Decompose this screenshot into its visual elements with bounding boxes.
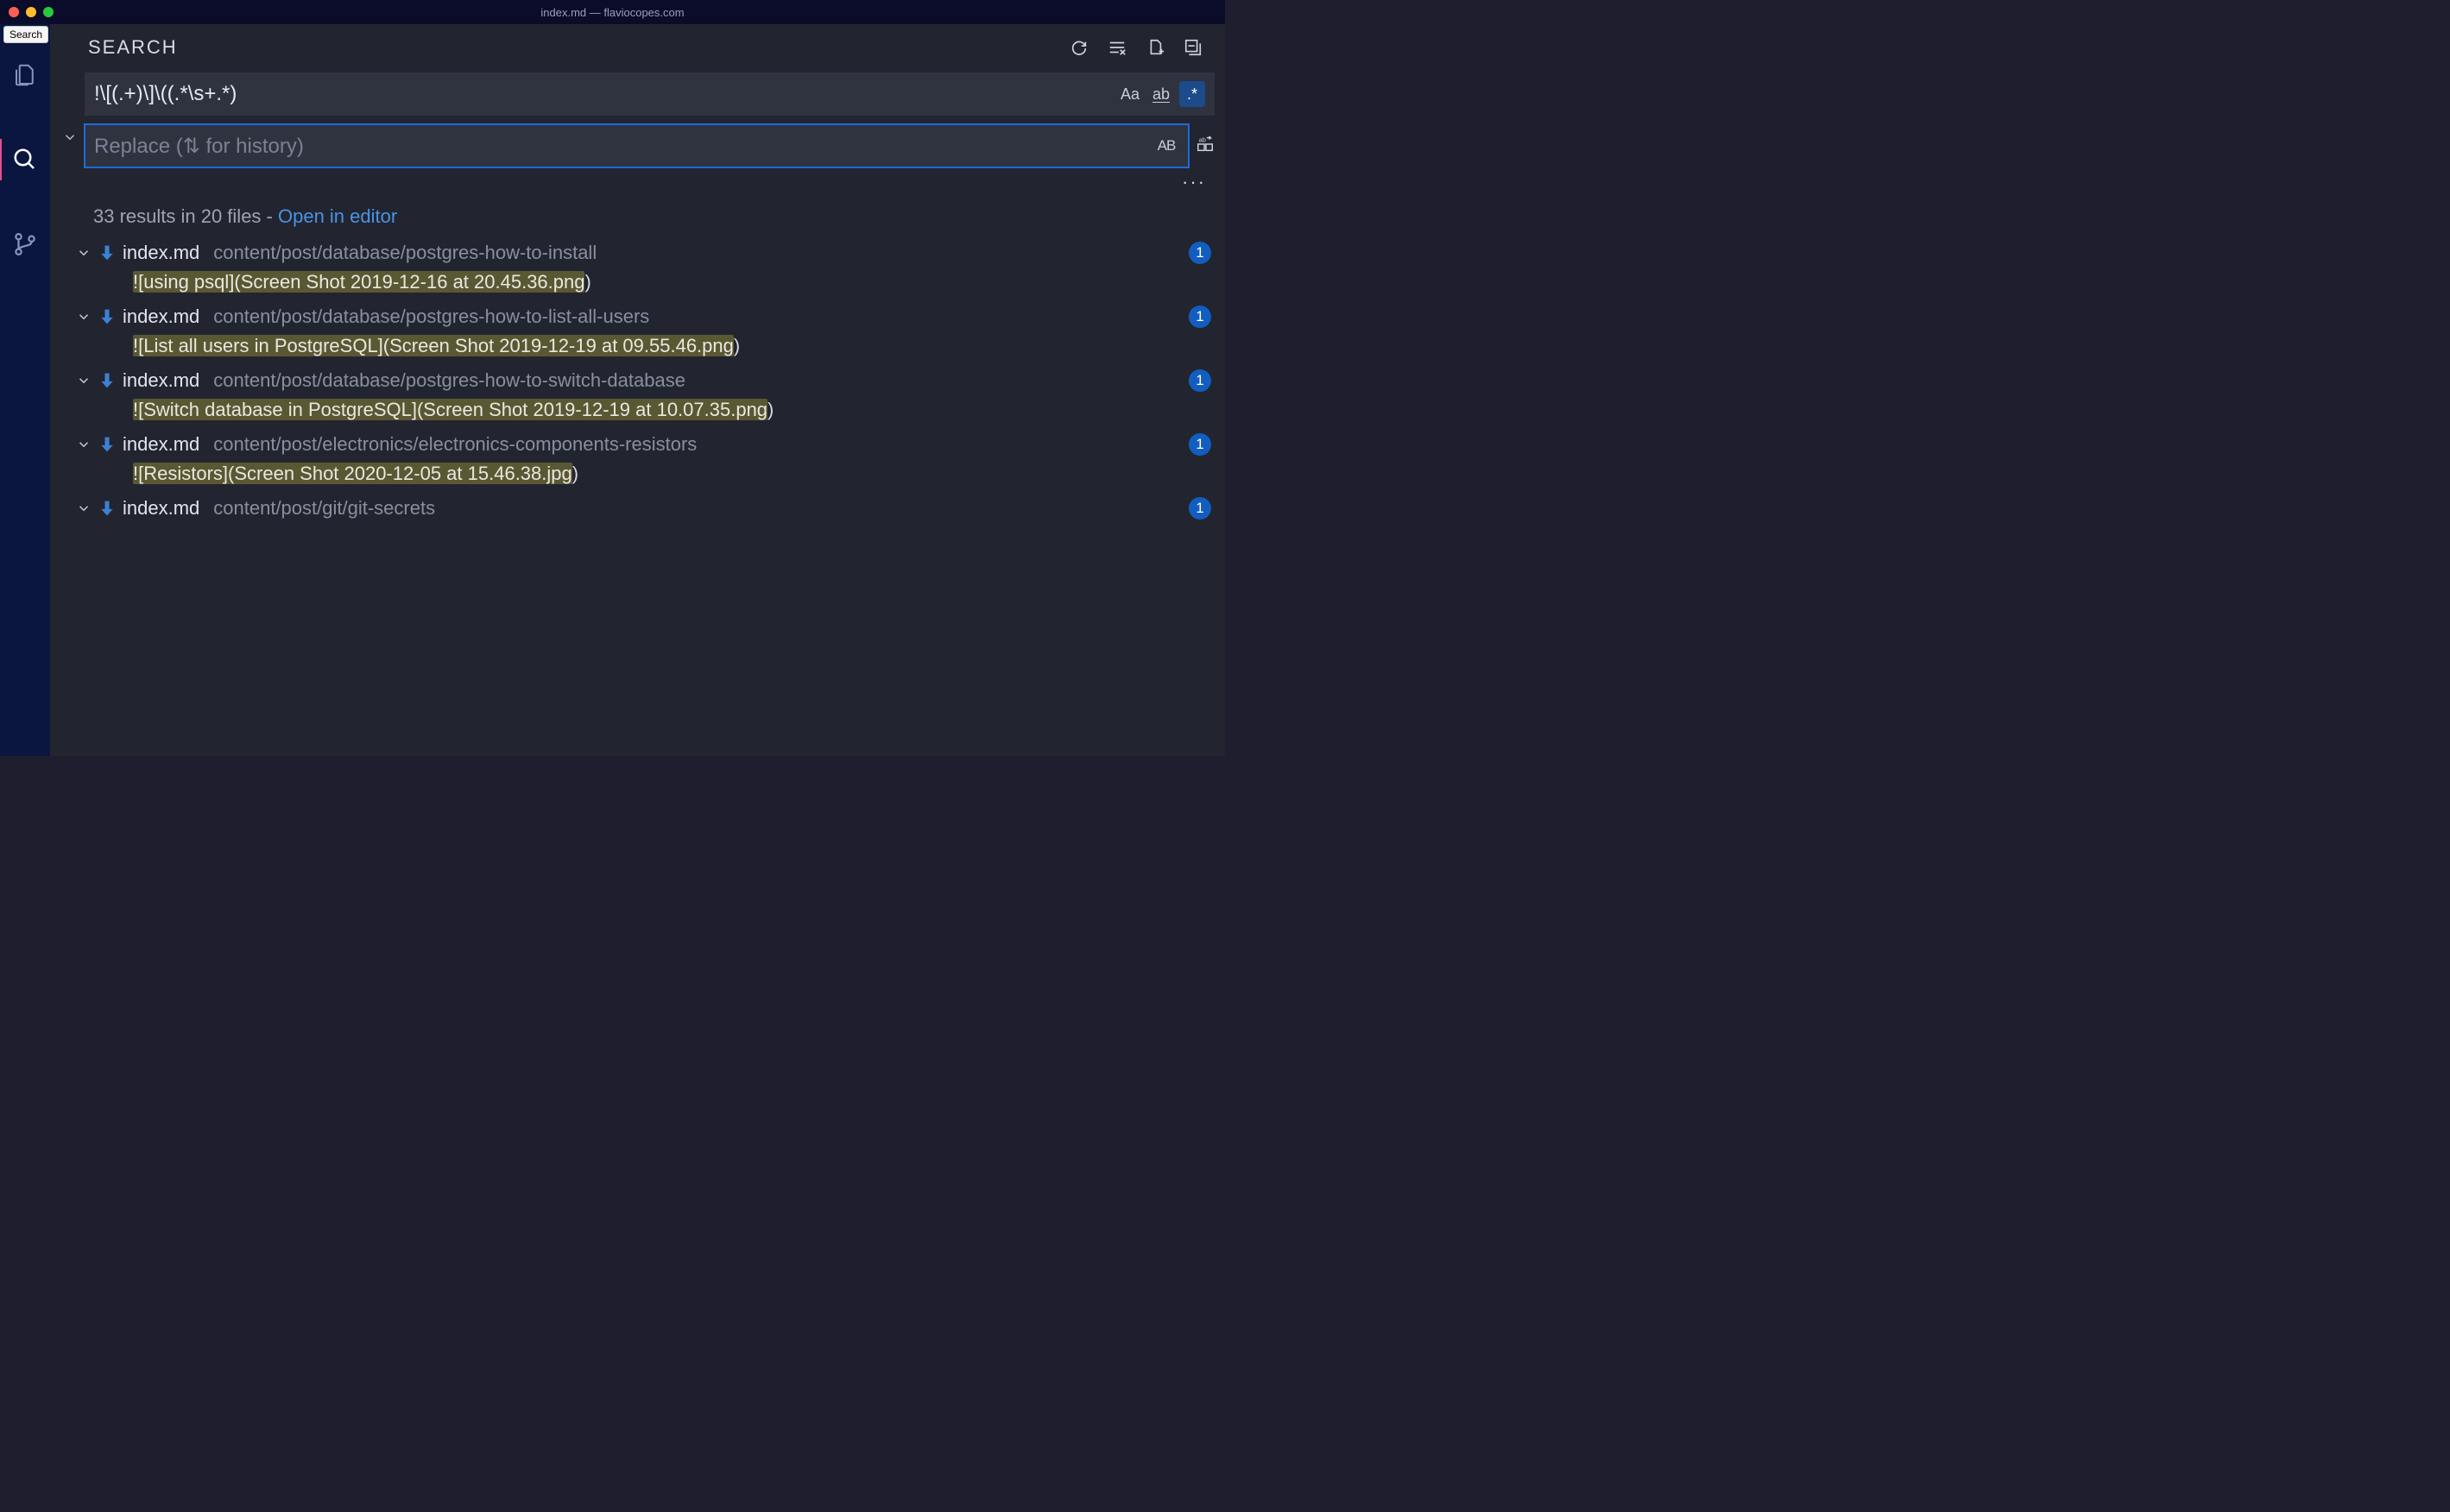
replace-options: AB bbox=[1153, 133, 1179, 159]
search-area: !\[(.+)\]\((.*\s+.*) Aa ab .* Replace (⇅… bbox=[50, 67, 1225, 167]
filename: index.md bbox=[123, 242, 199, 264]
file-header[interactable]: index.md content/post/database/postgres-… bbox=[76, 302, 1211, 331]
chevron-down-icon bbox=[76, 501, 92, 516]
filename: index.md bbox=[123, 306, 199, 328]
new-search-editor-button[interactable] bbox=[1146, 38, 1165, 57]
results-list: index.md content/post/database/postgres-… bbox=[50, 236, 1225, 756]
file-header[interactable]: index.md content/post/electronics/electr… bbox=[76, 430, 1211, 459]
search-panel: SEARCH bbox=[50, 24, 1225, 756]
match-rest: ) bbox=[734, 335, 740, 356]
filepath: content/post/git/git-secrets bbox=[213, 497, 1182, 520]
file-group: index.md content/post/database/postgres-… bbox=[50, 364, 1225, 428]
markdown-file-icon bbox=[98, 371, 116, 390]
chevron-down-icon bbox=[76, 437, 92, 452]
file-header[interactable]: index.md content/post/git/git-secrets 1 bbox=[76, 494, 1211, 523]
titlebar: index.md — flaviocopes.com bbox=[0, 0, 1225, 24]
search-value: !\[(.+)\]\((.*\s+.*) bbox=[94, 82, 237, 106]
filename: index.md bbox=[123, 497, 199, 520]
branch-icon bbox=[12, 231, 38, 257]
clear-results-button[interactable] bbox=[1108, 38, 1127, 57]
chevron-down-icon bbox=[62, 129, 78, 145]
filepath: content/post/database/postgres-how-to-li… bbox=[213, 306, 1182, 328]
replace-placeholder: Replace (⇅ for history) bbox=[94, 134, 304, 159]
inputs-column: !\[(.+)\]\((.*\s+.*) Aa ab .* Replace (⇅… bbox=[85, 72, 1215, 167]
preserve-case-button[interactable]: AB bbox=[1153, 133, 1179, 159]
match-rest: ) bbox=[584, 271, 590, 293]
activity-bar bbox=[0, 24, 50, 756]
chevron-down-icon bbox=[76, 373, 92, 388]
replace-all-button[interactable]: ab bbox=[1196, 135, 1215, 158]
match-line[interactable]: ![using psql](Screen Shot 2019-12-16 at … bbox=[76, 268, 1211, 299]
new-file-icon bbox=[1146, 38, 1165, 57]
minimize-window-button[interactable] bbox=[26, 7, 36, 17]
chevron-down-icon bbox=[76, 245, 92, 261]
explorer-tab[interactable] bbox=[0, 50, 50, 100]
toggle-replace-button[interactable] bbox=[60, 107, 79, 167]
traffic-lights bbox=[0, 7, 54, 17]
panel-title: SEARCH bbox=[88, 36, 178, 59]
markdown-file-icon bbox=[98, 499, 116, 518]
file-header[interactable]: index.md content/post/database/postgres-… bbox=[76, 366, 1211, 395]
file-header[interactable]: index.md content/post/database/postgres-… bbox=[76, 238, 1211, 268]
source-control-tab[interactable] bbox=[0, 219, 50, 269]
match-highlight: ![Switch database in PostgreSQL](Screen … bbox=[133, 399, 767, 420]
files-icon bbox=[12, 62, 38, 88]
filename: index.md bbox=[123, 433, 199, 456]
match-count-badge: 1 bbox=[1189, 242, 1211, 264]
svg-text:ab: ab bbox=[1199, 135, 1206, 143]
match-line[interactable]: ![List all users in PostgreSQL](Screen S… bbox=[76, 331, 1211, 362]
replace-all-icon: ab bbox=[1196, 135, 1215, 154]
open-in-editor-link[interactable]: Open in editor bbox=[278, 205, 397, 227]
use-regex-button[interactable]: .* bbox=[1179, 81, 1205, 107]
match-highlight: ![Resistors](Screen Shot 2020-12-05 at 1… bbox=[133, 463, 572, 484]
app-window: index.md — flaviocopes.com Search bbox=[0, 0, 1225, 756]
markdown-file-icon bbox=[98, 435, 116, 454]
panel-actions bbox=[1070, 38, 1208, 57]
match-rest: ) bbox=[572, 463, 578, 484]
chevron-down-icon bbox=[76, 309, 92, 324]
results-count-text: 33 results in 20 files - bbox=[93, 205, 278, 227]
match-count-badge: 1 bbox=[1189, 433, 1211, 456]
close-window-button[interactable] bbox=[9, 7, 19, 17]
maximize-window-button[interactable] bbox=[43, 7, 54, 17]
refresh-icon bbox=[1070, 38, 1089, 57]
match-highlight: ![List all users in PostgreSQL](Screen S… bbox=[133, 335, 734, 356]
match-line[interactable]: ![Switch database in PostgreSQL](Screen … bbox=[76, 395, 1211, 426]
search-row: !\[(.+)\]\((.*\s+.*) Aa ab .* bbox=[85, 72, 1215, 116]
panel-header: SEARCH bbox=[50, 24, 1225, 67]
match-count-badge: 1 bbox=[1189, 369, 1211, 392]
match-rest: ) bbox=[767, 399, 774, 420]
collapse-all-button[interactable] bbox=[1184, 38, 1203, 57]
filename: index.md bbox=[123, 369, 199, 392]
match-line[interactable]: ![Resistors](Screen Shot 2020-12-05 at 1… bbox=[76, 459, 1211, 490]
window-title: index.md — flaviocopes.com bbox=[540, 6, 684, 19]
collapse-icon bbox=[1184, 38, 1203, 57]
search-icon bbox=[12, 147, 38, 173]
filepath: content/post/electronics/electronics-com… bbox=[213, 433, 1182, 456]
markdown-file-icon bbox=[98, 307, 116, 326]
file-group: index.md content/post/database/postgres-… bbox=[50, 300, 1225, 364]
results-summary: 33 results in 20 files - Open in editor bbox=[50, 193, 1225, 236]
search-tab[interactable] bbox=[0, 135, 50, 185]
file-group: index.md content/post/database/postgres-… bbox=[50, 236, 1225, 300]
markdown-file-icon bbox=[98, 243, 116, 262]
match-count-badge: 1 bbox=[1189, 497, 1211, 520]
file-group: index.md content/post/electronics/electr… bbox=[50, 428, 1225, 492]
file-group: index.md content/post/git/git-secrets 1 bbox=[50, 492, 1225, 525]
filepath: content/post/database/postgres-how-to-in… bbox=[213, 242, 1182, 264]
more-options-button[interactable]: ··· bbox=[1182, 167, 1206, 193]
match-whole-word-button[interactable]: ab bbox=[1148, 81, 1174, 107]
search-tooltip: Search bbox=[3, 26, 48, 43]
replace-input[interactable]: Replace (⇅ for history) AB bbox=[85, 124, 1189, 167]
body-row: SEARCH bbox=[0, 24, 1225, 756]
match-count-badge: 1 bbox=[1189, 306, 1211, 328]
match-case-button[interactable]: Aa bbox=[1117, 81, 1143, 107]
replace-row: Replace (⇅ for history) AB ab bbox=[85, 124, 1215, 167]
match-highlight: ![using psql](Screen Shot 2019-12-16 at … bbox=[133, 271, 584, 293]
search-input[interactable]: !\[(.+)\]\((.*\s+.*) Aa ab .* bbox=[85, 72, 1215, 116]
clear-icon bbox=[1108, 38, 1127, 57]
refresh-button[interactable] bbox=[1070, 38, 1089, 57]
filepath: content/post/database/postgres-how-to-sw… bbox=[213, 369, 1182, 392]
search-options: Aa ab .* bbox=[1117, 81, 1205, 107]
